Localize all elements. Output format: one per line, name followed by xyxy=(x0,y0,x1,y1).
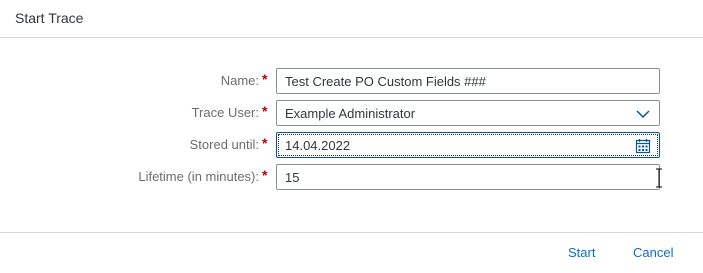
lifetime-input[interactable]: 15 xyxy=(276,164,660,190)
dialog-footer: Start Cancel xyxy=(0,232,703,273)
form-row-name: Name: * Test Create PO Custom Fields ### xyxy=(0,68,703,94)
trace-user-select-value: Example Administrator xyxy=(285,106,416,121)
start-button[interactable]: Start xyxy=(568,245,595,260)
required-indicator: * xyxy=(262,71,268,87)
name-label: Name: xyxy=(220,73,259,88)
cancel-button[interactable]: Cancel xyxy=(633,245,673,260)
required-indicator: * xyxy=(262,167,268,183)
name-input-value: Test Create PO Custom Fields ### xyxy=(285,74,486,89)
trace-user-label: Trace User: xyxy=(191,105,259,120)
calendar-icon[interactable] xyxy=(635,138,651,154)
stored-until-label: Stored until: xyxy=(189,137,259,152)
lifetime-label: Lifetime (in minutes): xyxy=(138,169,259,184)
stored-until-value: 14.04.2022 xyxy=(285,138,351,153)
chevron-down-icon[interactable] xyxy=(635,106,651,122)
required-indicator: * xyxy=(262,103,268,119)
dialog-header: Start Trace xyxy=(0,0,703,38)
dialog-title: Start Trace xyxy=(15,10,84,26)
start-trace-dialog: Start Trace Name: * Test Create PO Custo… xyxy=(0,0,703,273)
lifetime-input-value: 15 xyxy=(285,170,300,185)
form-row-lifetime: Lifetime (in minutes): * 15 xyxy=(0,164,703,190)
form-row-stored-until: Stored until: * 14.04.2022 xyxy=(0,132,703,158)
required-indicator: * xyxy=(262,135,268,151)
form-row-trace-user: Trace User: * Example Administrator xyxy=(0,100,703,126)
trace-user-select[interactable]: Example Administrator xyxy=(276,100,660,126)
text-cursor-icon xyxy=(656,168,662,188)
stored-until-datepicker[interactable]: 14.04.2022 xyxy=(276,132,660,158)
name-input[interactable]: Test Create PO Custom Fields ### xyxy=(276,68,660,94)
